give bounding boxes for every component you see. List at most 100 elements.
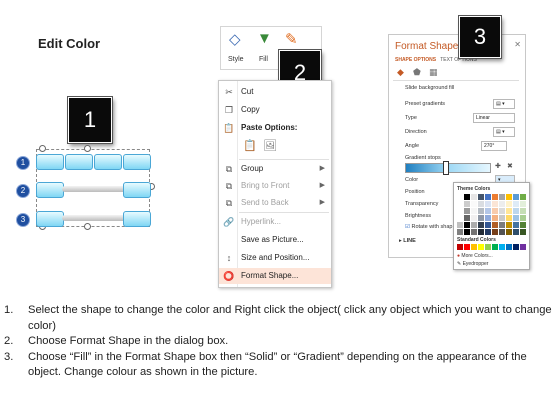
paste-keep-format-icon[interactable]: 📋 [243,139,257,152]
color-swatch[interactable] [492,208,498,214]
resize-handle[interactable] [84,223,91,230]
color-swatch[interactable] [478,229,484,235]
line-section[interactable]: ▸ LINE [399,238,416,244]
shape-style-icon[interactable]: ◇ [229,30,241,48]
color-swatch[interactable] [520,222,526,228]
color-swatch[interactable] [513,208,519,214]
size-properties-icon[interactable]: ▦ [429,67,438,78]
color-swatch[interactable] [513,244,519,250]
color-swatch[interactable] [492,194,498,200]
color-swatch[interactable] [520,244,526,250]
diagram-block[interactable] [36,211,64,227]
color-swatch[interactable] [485,244,491,250]
color-swatch[interactable] [471,201,477,207]
resize-handle[interactable] [39,145,46,152]
direction-dropdown[interactable]: ▤ ▾ [493,127,515,137]
close-icon[interactable]: ✕ [514,40,521,49]
outline-pen-icon[interactable]: ✎ [285,30,298,48]
color-swatch[interactable] [513,194,519,200]
color-swatch[interactable] [506,229,512,235]
menu-item-size-position[interactable]: ↕ Size and Position... [219,250,331,266]
color-swatch[interactable] [471,244,477,250]
color-swatch[interactable] [506,244,512,250]
color-swatch[interactable] [513,201,519,207]
diagram-block[interactable] [94,154,122,170]
slide-bg-option[interactable]: Slide background fill [405,85,454,91]
color-swatch[interactable] [506,194,512,200]
diagram-block[interactable] [123,211,151,227]
color-swatch[interactable] [457,201,463,207]
color-swatch[interactable] [464,208,470,214]
color-swatch[interactable] [513,222,519,228]
color-swatch[interactable] [457,229,463,235]
color-swatch[interactable] [471,215,477,221]
color-swatch[interactable] [492,201,498,207]
color-swatch[interactable] [464,222,470,228]
color-swatch[interactable] [499,194,505,200]
color-swatch[interactable] [464,215,470,221]
menu-item-group[interactable]: ⧉ Group ▶ [219,161,331,177]
menu-item-bring-to-front[interactable]: ⧉ Bring to Front ▶ [219,178,331,194]
color-swatch[interactable] [499,201,505,207]
color-swatch[interactable] [499,208,505,214]
remove-stop-icon[interactable]: ✖ [507,162,513,170]
color-swatch[interactable] [499,222,505,228]
color-swatch[interactable] [506,222,512,228]
color-swatch[interactable] [492,215,498,221]
fill-button-label[interactable]: Fill [259,56,268,63]
color-swatch[interactable] [457,215,463,221]
color-swatch[interactable] [506,201,512,207]
rotate-with-shape-checkbox[interactable]: ☑ Rotate with shap [405,224,452,230]
color-swatch[interactable] [478,194,484,200]
diagram-block[interactable] [123,182,151,198]
theme-color-grid[interactable] [457,194,526,235]
diagram-block[interactable] [36,182,64,198]
color-swatch[interactable] [464,201,470,207]
color-swatch[interactable] [485,208,491,214]
resize-handle[interactable] [84,145,91,152]
color-swatch[interactable] [499,244,505,250]
color-swatch[interactable] [520,194,526,200]
add-stop-icon[interactable]: ✚ [495,162,501,170]
effects-icon[interactable]: ⬟ [413,67,421,78]
color-swatch[interactable] [513,215,519,221]
color-swatch[interactable] [471,208,477,214]
color-swatch[interactable] [520,215,526,221]
eyedropper-link[interactable]: ✎ Eyedropper [457,261,488,267]
color-swatch[interactable] [485,194,491,200]
preset-gradients-dropdown[interactable]: ▤ ▾ [493,99,515,109]
type-dropdown[interactable]: Linear [473,113,515,123]
color-swatch[interactable] [471,229,477,235]
diagram-block[interactable] [36,154,64,170]
gradient-stop-handle[interactable] [443,161,449,175]
menu-item-format-shape[interactable]: ⭕ Format Shape... [219,268,331,284]
color-swatch[interactable] [506,208,512,214]
color-swatch[interactable] [457,208,463,214]
color-swatch[interactable] [457,194,463,200]
color-swatch[interactable] [464,229,470,235]
smartart-diagram[interactable]: 1 2 3 [16,145,155,233]
diagram-block[interactable] [123,154,151,170]
color-swatch[interactable] [520,201,526,207]
menu-item-cut[interactable]: ✂ Cut [219,84,331,100]
menu-item-send-to-back[interactable]: ⧉ Send to Back ▶ [219,195,331,211]
color-swatch[interactable] [457,244,463,250]
paste-picture-icon[interactable]: 🖼 [263,139,277,152]
color-swatch[interactable] [492,244,498,250]
fill-bucket-icon[interactable]: ▼ [257,30,272,47]
color-swatch[interactable] [499,229,505,235]
color-swatch[interactable] [464,194,470,200]
diagram-block[interactable] [65,154,93,170]
tab-shape-options[interactable]: SHAPE OPTIONS [395,57,436,63]
angle-input[interactable]: 270° [481,141,507,151]
color-swatch[interactable] [457,222,463,228]
color-swatch[interactable] [506,215,512,221]
fill-line-icon[interactable]: ◆ [397,67,404,78]
color-swatch[interactable] [478,208,484,214]
menu-item-save-as-picture[interactable]: Save as Picture... [219,232,331,248]
standard-color-grid[interactable] [457,244,526,250]
color-swatch[interactable] [485,222,491,228]
color-swatch[interactable] [492,229,498,235]
color-swatch[interactable] [471,194,477,200]
color-swatch[interactable] [464,244,470,250]
